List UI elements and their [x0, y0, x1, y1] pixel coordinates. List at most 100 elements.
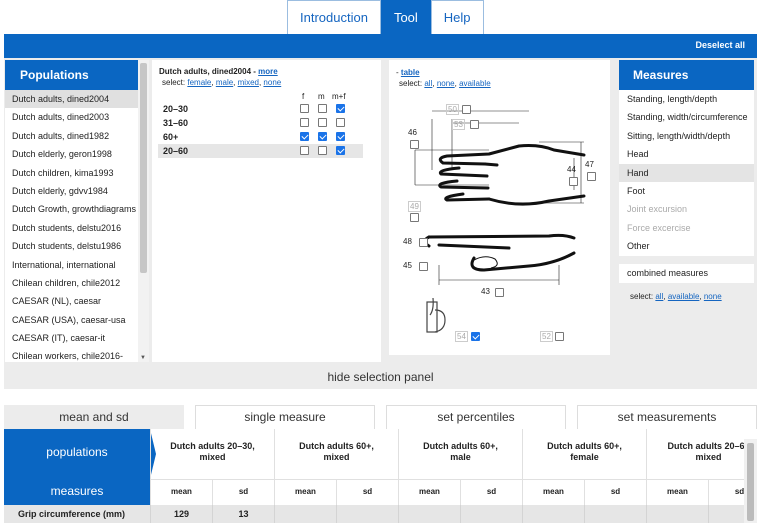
select-none-link[interactable]: none — [263, 78, 281, 87]
measure-item[interactable]: Hand — [619, 163, 754, 182]
measure-item[interactable]: Foot — [619, 182, 754, 200]
mean-column-header: mean — [522, 479, 584, 505]
combined-measures-item[interactable]: combined measures — [619, 264, 754, 283]
measurement-checkbox[interactable] — [462, 105, 471, 114]
measure-item[interactable]: Standing, width/circumference — [619, 108, 754, 126]
table-cell — [274, 505, 336, 523]
select-available-link[interactable]: available — [668, 292, 700, 301]
population-item[interactable]: International, international — [5, 256, 138, 274]
table-cell: 129 — [150, 505, 212, 523]
measurement-checkbox[interactable] — [410, 140, 419, 149]
select-none-link[interactable]: none — [704, 292, 722, 301]
measurement-number: 48 — [403, 237, 412, 246]
tab-set-measurements[interactable]: set measurements — [577, 405, 757, 429]
checkbox-female[interactable] — [300, 118, 309, 127]
population-item[interactable]: CAESAR (NL), caesar — [5, 292, 138, 310]
scroll-down-icon[interactable]: ▼ — [140, 355, 146, 361]
checkbox-male[interactable] — [318, 118, 327, 127]
population-item[interactable]: Dutch adults, dined2003 — [5, 108, 138, 126]
age-group-row: 60+ — [158, 130, 363, 144]
checkbox-male[interactable] — [318, 132, 327, 141]
measures-title: Measures — [619, 60, 754, 90]
mean-column-header: mean — [150, 479, 212, 505]
measurement-checkbox[interactable] — [470, 120, 479, 129]
measure-item[interactable]: Head — [619, 145, 754, 163]
checkbox-male[interactable] — [318, 104, 327, 113]
measurement-checkbox[interactable] — [471, 332, 480, 341]
population-item[interactable]: Dutch children, kima1993 — [5, 164, 138, 182]
measurement-checkbox[interactable] — [410, 213, 419, 222]
measurement-checkbox[interactable] — [419, 238, 428, 247]
measurement-checkbox[interactable] — [569, 177, 578, 186]
measurement-number: 46 — [408, 128, 417, 137]
populations-list: Dutch adults, dined2004 Dutch adults, di… — [5, 90, 138, 362]
tab-single-measure[interactable]: single measure — [195, 405, 375, 429]
column-header-line: mixed — [695, 452, 722, 462]
measures-header: measures — [4, 479, 150, 505]
sd-column-header: sd — [336, 479, 398, 505]
column-header-line: mixed — [323, 452, 350, 462]
population-item[interactable]: CAESAR (IT), caesar-it — [5, 329, 138, 347]
table-cell — [584, 505, 646, 523]
population-item[interactable]: CAESAR (USA), caesar-usa — [5, 311, 138, 329]
select-male-link[interactable]: male — [216, 78, 233, 87]
population-column-header: Dutch adults 20–60 mixed — [646, 429, 757, 479]
checkbox-female[interactable] — [300, 104, 309, 113]
select-label: select: — [162, 78, 186, 87]
population-item[interactable]: Dutch students, delstu2016 — [5, 219, 138, 237]
measure-item[interactable]: Other — [619, 237, 754, 255]
measurement-checkbox[interactable] — [495, 288, 504, 297]
measurement-checkbox[interactable] — [555, 332, 564, 341]
checkbox-mixed[interactable] — [336, 132, 345, 141]
population-item[interactable]: Dutch Growth, growthdiagrams — [5, 200, 138, 218]
view-tabs: mean and sd single measure set percentil… — [4, 405, 757, 429]
population-item[interactable]: Chilean workers, chile2016- — [5, 347, 138, 362]
tab-mean-and-sd[interactable]: mean and sd — [4, 405, 184, 429]
checkbox-mixed[interactable] — [336, 104, 345, 113]
measurement-number: 53 — [452, 119, 465, 130]
table-cell: 13 — [212, 505, 274, 523]
measure-item[interactable]: Standing, length/depth — [619, 90, 754, 108]
population-item[interactable]: Chilean children, chile2012 — [5, 274, 138, 292]
tab-help[interactable]: Help — [430, 0, 484, 34]
measures-select-links: select: all, available, none — [630, 292, 722, 301]
population-item[interactable]: Dutch elderly, geron1998 — [5, 145, 138, 163]
column-header-line: Dutch adults 60+, — [547, 441, 622, 451]
measurement-checkbox[interactable] — [587, 172, 596, 181]
population-item[interactable]: Dutch elderly, gdvv1984 — [5, 182, 138, 200]
population-item[interactable]: Dutch adults, dined2004 — [5, 90, 138, 109]
table-scrollbar[interactable] — [744, 439, 757, 523]
populations-header: populations — [4, 429, 150, 479]
age-group-label: 60+ — [163, 132, 179, 142]
column-header-line: female — [570, 452, 599, 462]
mean-column-header: mean — [274, 479, 336, 505]
age-group-label: 20–60 — [163, 146, 189, 156]
tab-introduction[interactable]: Introduction — [287, 0, 381, 34]
populations-scrollbar[interactable]: ▼ — [138, 60, 149, 362]
checkbox-mixed[interactable] — [336, 118, 345, 127]
population-column-header: Dutch adults 20–30, mixed — [150, 429, 274, 479]
tab-set-percentiles[interactable]: set percentiles — [386, 405, 566, 429]
hide-selection-panel-button[interactable]: hide selection panel — [4, 366, 757, 389]
measure-item[interactable]: Sitting, length/width/depth — [619, 127, 754, 145]
population-item[interactable]: Dutch adults, dined1982 — [5, 127, 138, 145]
mean-column-header: mean — [646, 479, 708, 505]
table-cell — [460, 505, 522, 523]
select-female-link[interactable]: female — [187, 78, 211, 87]
tab-tool[interactable]: Tool — [380, 0, 431, 34]
scrollbar-thumb[interactable] — [747, 443, 754, 521]
select-all-link[interactable]: all — [655, 292, 663, 301]
sd-column-header: sd — [212, 479, 274, 505]
more-link[interactable]: more — [258, 67, 278, 76]
measurement-checkbox[interactable] — [419, 262, 428, 271]
column-header-line: Dutch adults 20–60 — [667, 441, 750, 451]
checkbox-female[interactable] — [300, 146, 309, 155]
population-item[interactable]: Dutch students, delstu1986 — [5, 237, 138, 255]
checkbox-female[interactable] — [300, 132, 309, 141]
checkbox-male[interactable] — [318, 146, 327, 155]
checkbox-mixed[interactable] — [336, 146, 345, 155]
column-female: f — [302, 92, 305, 101]
scrollbar-thumb[interactable] — [140, 63, 147, 273]
deselect-all-button[interactable]: Deselect all — [695, 40, 745, 50]
select-mixed-link[interactable]: mixed — [238, 78, 259, 87]
